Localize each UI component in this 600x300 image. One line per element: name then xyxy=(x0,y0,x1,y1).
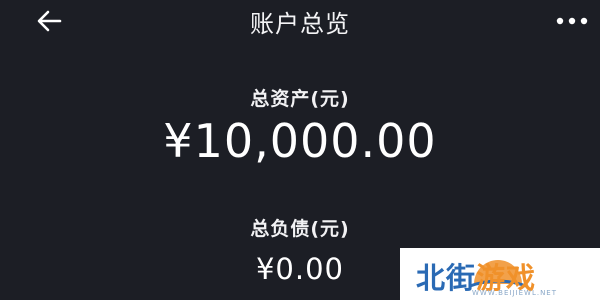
watermark-logo: 北街游戏 WWW.BEIJIEWL.NET xyxy=(400,248,600,300)
watermark-brand-part1: 北街 xyxy=(416,261,477,295)
total-assets-value: ¥10,000.00 xyxy=(163,114,437,168)
total-assets-label: 总资产(元) xyxy=(250,88,350,110)
top-bar: 账户总览 xyxy=(0,0,600,46)
total-liabilities-label: 总负债(元) xyxy=(250,218,350,240)
account-overview-screen: 账户总览 总资产(元) ¥10,000.00 总负债(元) ¥0.00 北街游戏… xyxy=(0,0,600,300)
more-dots-icon xyxy=(556,17,588,25)
watermark-domain: WWW.BEIJIEWL.NET xyxy=(472,289,558,297)
page-title: 账户总览 xyxy=(250,10,350,38)
more-button[interactable] xyxy=(554,10,590,32)
